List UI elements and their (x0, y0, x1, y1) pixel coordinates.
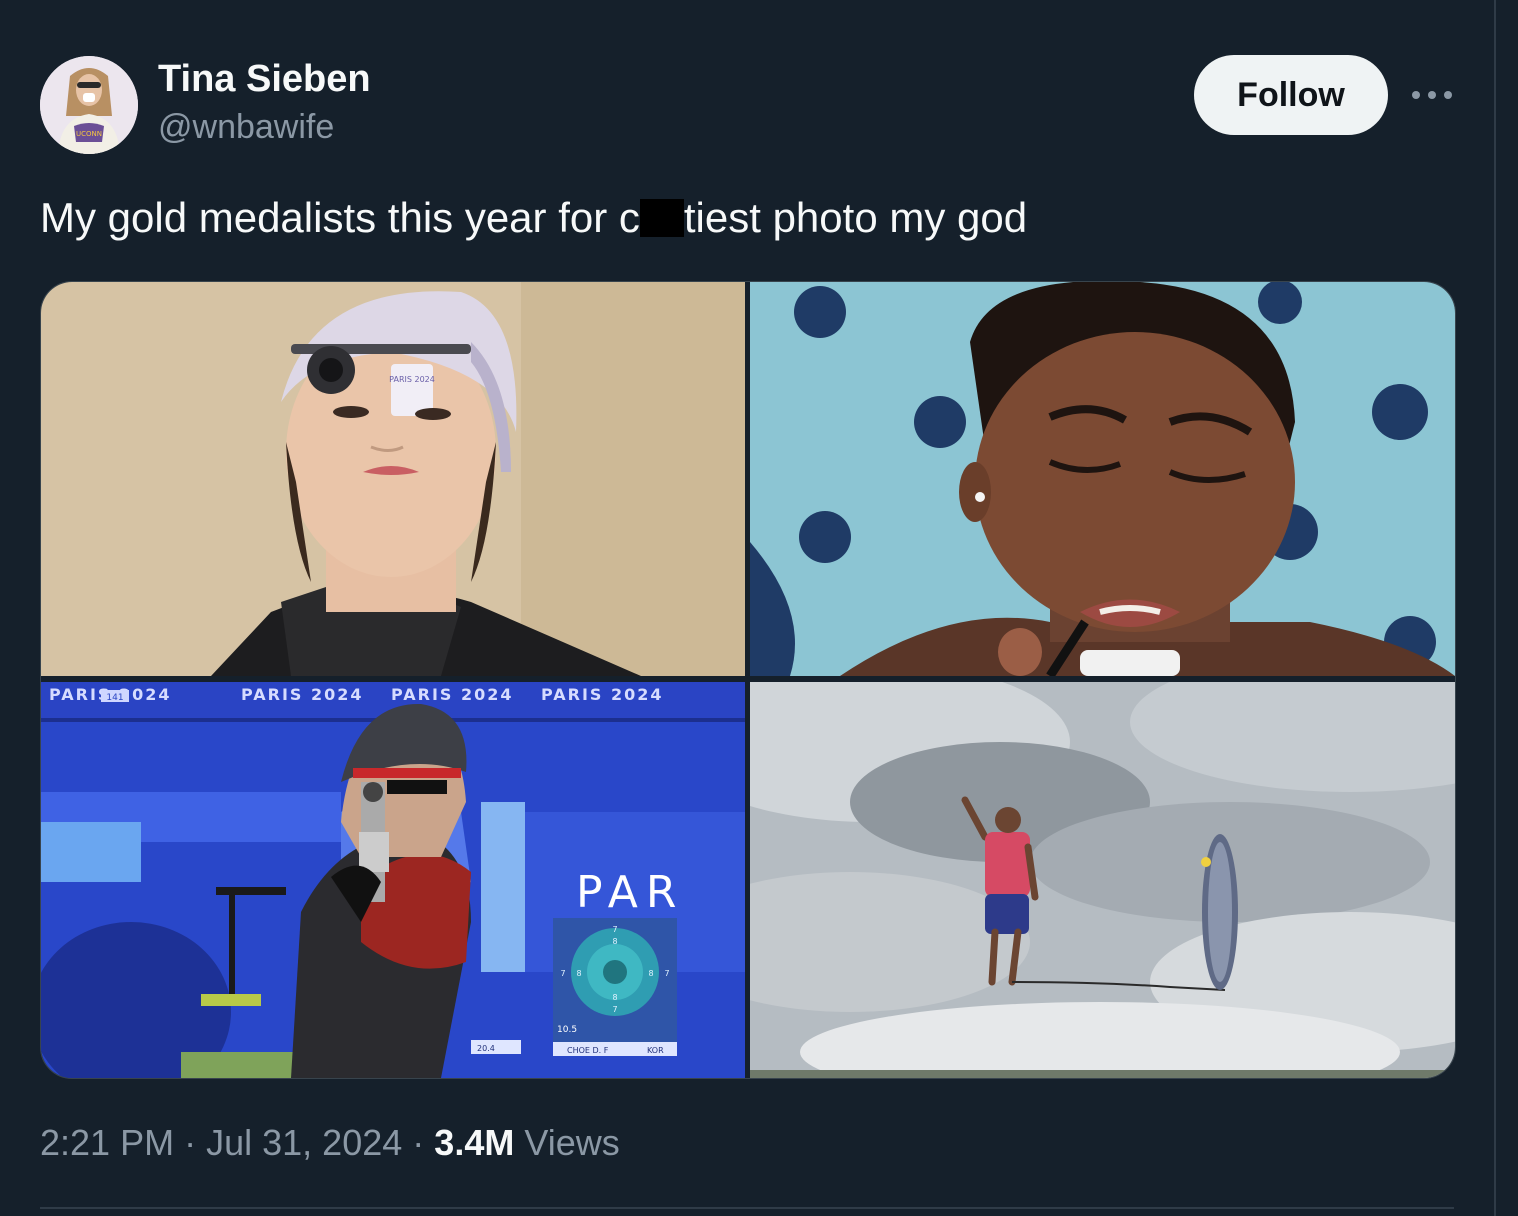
banner-text: PARIS 2024 (391, 685, 514, 704)
target-ring-label: 7 (664, 969, 669, 978)
bottom-divider (40, 1207, 1454, 1209)
column-divider (1494, 0, 1496, 1216)
more-options-icon[interactable] (1410, 78, 1454, 112)
country-code: KOR (647, 1046, 664, 1055)
cap-logo-text: PARIS 2024 (389, 375, 435, 384)
photo-shooter-man[interactable]: PARIS 2024 PARIS 2024 PARIS 2024 PARIS 2… (41, 682, 745, 1078)
target-ring-label: 7 (560, 969, 565, 978)
redaction-bar (639, 199, 684, 237)
bib-number: 141 (106, 693, 123, 703)
photo-shooter-woman[interactable]: PARIS 2024 (41, 282, 745, 676)
photo-gymnast-makeup[interactable] (750, 282, 1455, 676)
follow-button[interactable]: Follow (1194, 55, 1388, 135)
target-ring-label: 8 (612, 993, 617, 1002)
photo-surfer[interactable] (750, 682, 1455, 1078)
views-label: Views (524, 1122, 620, 1163)
score-left: 20.4 (477, 1044, 495, 1053)
separator: · (184, 1122, 197, 1163)
banner-text: PARIS 2024 (541, 685, 664, 704)
tweet-text-end: tiest photo my god (683, 194, 1028, 241)
athlete-tag: CHOE D. F (567, 1046, 609, 1055)
target-ring-label: 8 (612, 937, 617, 946)
target-score: 10.5 (557, 1025, 577, 1035)
views-count: 3.4M (434, 1122, 515, 1163)
author-handle[interactable]: @wnbawife (158, 108, 334, 147)
tweet-meta: 2:21 PM · Jul 31, 2024 · 3.4M Views (40, 1122, 620, 1164)
banner-text: PARIS 2024 (241, 685, 364, 704)
target-ring-label: 8 (648, 969, 653, 978)
target-ring-label: 8 (576, 969, 581, 978)
svg-text:UCONN: UCONN (76, 130, 102, 138)
target-ring-label: 7 (612, 1005, 617, 1014)
tweet-text-start: My gold medalists this year for c (40, 194, 640, 241)
media-grid: PARIS 2024 PARIS 2024 PARIS 2024 PARIS 2… (40, 281, 1456, 1079)
tweet-text: My gold medalists this year for c tiest p… (40, 194, 1027, 242)
tweet-time[interactable]: 2:21 PM (40, 1122, 174, 1163)
author-avatar[interactable]: UCONN (40, 56, 138, 154)
target-ring-label: 7 (612, 925, 617, 934)
author-name[interactable]: Tina Sieben (158, 58, 371, 101)
tweet-date[interactable]: Jul 31, 2024 (206, 1122, 402, 1163)
board-text: PAR (576, 867, 684, 918)
separator: · (412, 1122, 425, 1163)
